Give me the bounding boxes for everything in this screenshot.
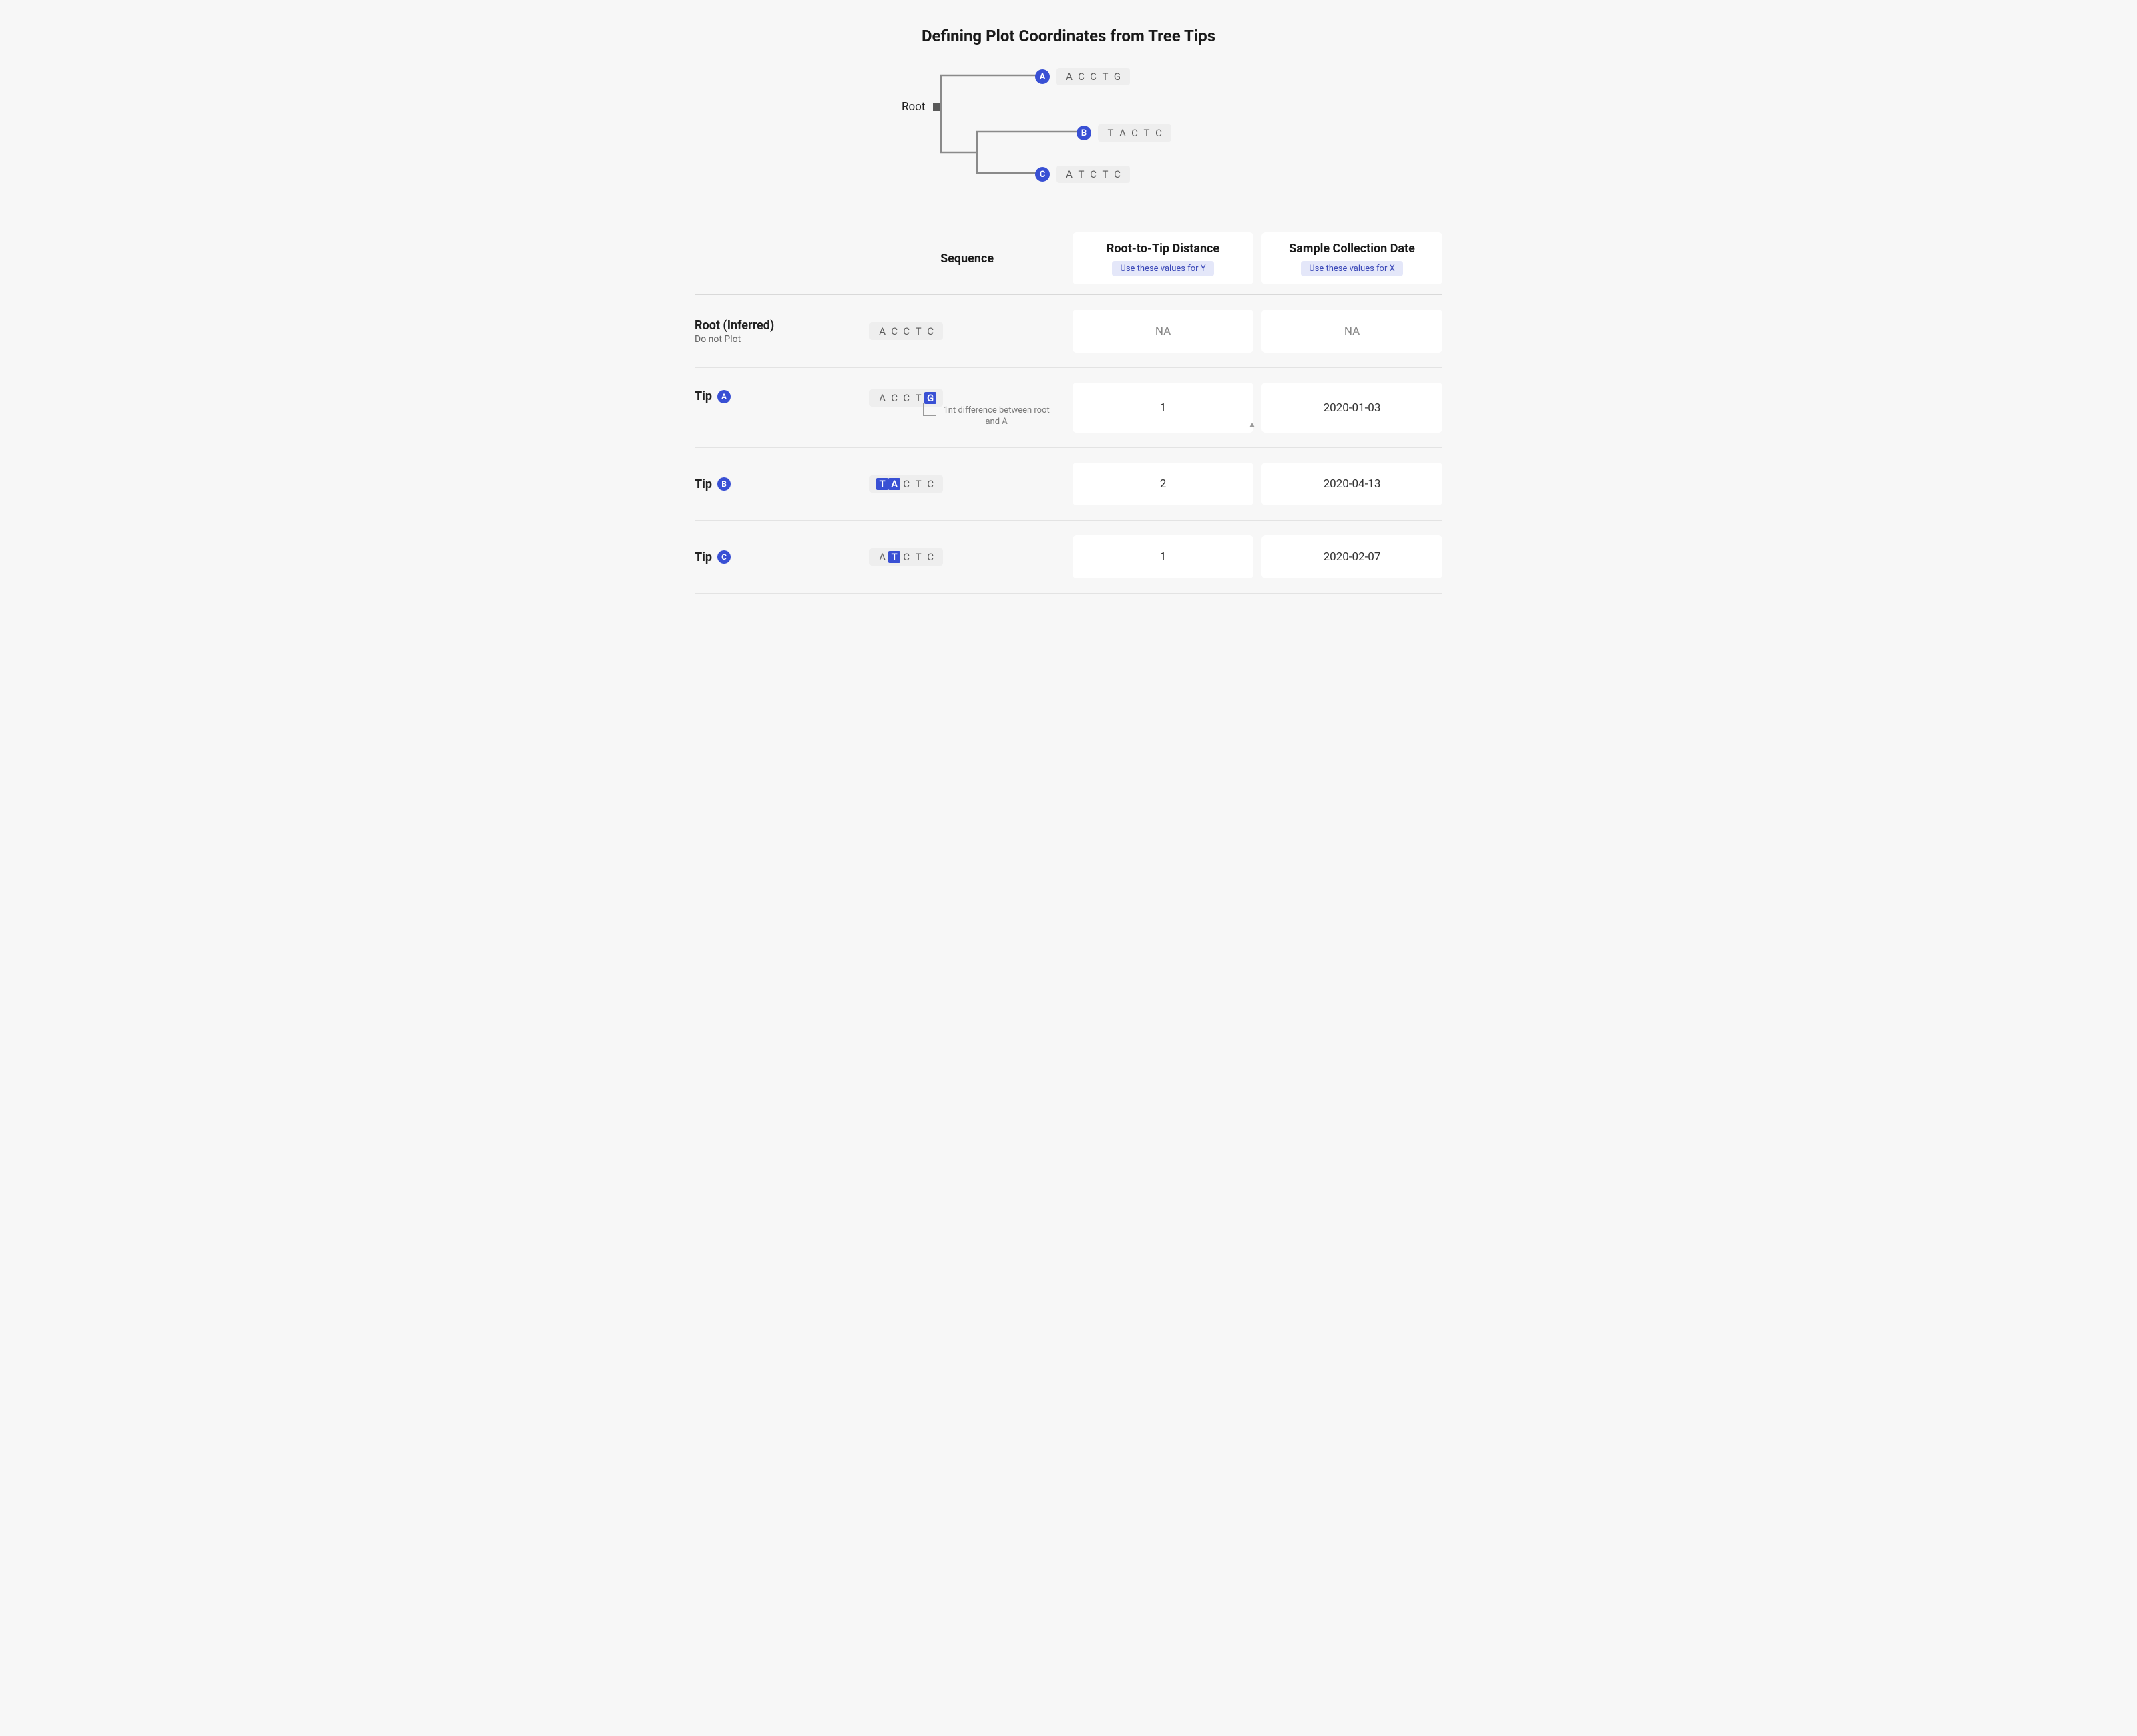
distance-b: 2	[1073, 463, 1253, 505]
row-badge-b: B	[717, 477, 731, 491]
tree-tip-a: A ACCTG	[1035, 68, 1130, 85]
annotation-arrow-up-icon	[1249, 423, 1255, 427]
table-row-b: Tip B TACTC 2 2020-04-13	[695, 448, 1442, 521]
table-row-root: Root (Inferred) Do not Plot ACCTC NA NA	[695, 295, 1442, 368]
distance-root: NA	[1073, 310, 1253, 353]
sequence-chip-root: ACCTC	[869, 322, 943, 340]
row-label-a: Tip A	[695, 389, 861, 403]
row-sublabel-root: Do not Plot	[695, 334, 861, 345]
distance-a: 1	[1073, 383, 1253, 433]
row-badge-a: A	[717, 390, 731, 403]
annotation-arrow-icon	[923, 403, 936, 416]
tree-tip-c: C ATCTC	[1035, 166, 1130, 183]
date-c: 2020-02-07	[1261, 535, 1442, 578]
sequence-chip-b: TACTC	[1098, 124, 1171, 142]
date-b: 2020-04-13	[1261, 463, 1442, 505]
sequence-chip-c: ATCTC	[1056, 166, 1130, 183]
col-sequence: Sequence	[869, 252, 1064, 266]
sequence-chip-a: ACCTG	[1056, 68, 1130, 85]
data-table: Sequence Root-to-Tip Distance Use these …	[695, 219, 1442, 594]
y-axis-pill: Use these values for Y	[1112, 261, 1213, 276]
date-root: NA	[1261, 310, 1442, 353]
table-row-c: Tip C ATCTC 1 2020-02-07	[695, 521, 1442, 594]
root-label: Root	[902, 100, 925, 114]
tree-diagram: Root A ACCTG B TACTC C ATCTC	[40, 65, 2097, 186]
sequence-chip-row-c: ATCTC	[869, 548, 943, 566]
row-label-root: Root (Inferred)	[695, 318, 861, 333]
page-title: Defining Plot Coordinates from Tree Tips	[40, 27, 2097, 45]
col-distance: Root-to-Tip Distance Use these values fo…	[1073, 232, 1253, 284]
sequence-chip-row-b: TACTC	[869, 475, 943, 493]
row-label-b: Tip B	[695, 477, 861, 491]
tree-tip-b: B TACTC	[1077, 124, 1171, 142]
col-date: Sample Collection Date Use these values …	[1261, 232, 1442, 284]
annotation-text: 1nt difference between root and A	[936, 405, 1056, 428]
x-axis-pill: Use these values for X	[1301, 261, 1403, 276]
row-label-c: Tip C	[695, 550, 861, 564]
tip-badge-b: B	[1077, 126, 1091, 140]
row-badge-c: C	[717, 550, 731, 564]
tip-badge-a: A	[1035, 69, 1050, 84]
table-header: Sequence Root-to-Tip Distance Use these …	[695, 219, 1442, 295]
table-row-a: Tip A ACCTG 1nt difference between root …	[695, 368, 1442, 448]
distance-c: 1	[1073, 535, 1253, 578]
tip-badge-c: C	[1035, 167, 1050, 182]
date-a: 2020-01-03	[1261, 383, 1442, 433]
